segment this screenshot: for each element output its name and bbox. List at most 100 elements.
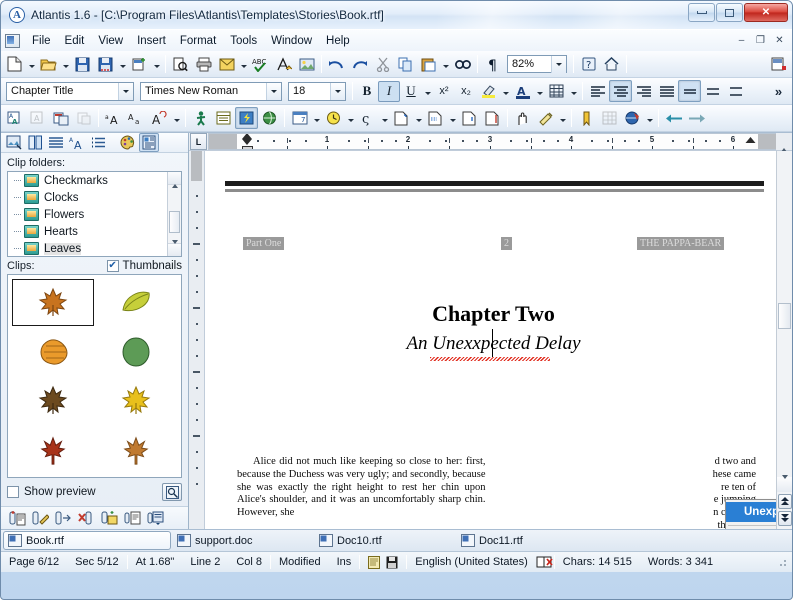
status-language[interactable]: English (United States) [407,556,536,568]
print-preview-icon[interactable] [169,53,192,75]
menu-tools[interactable]: Tools [223,32,264,50]
clip-item[interactable] [96,426,178,473]
horizontal-ruler[interactable]: 1 2 3 4 5 6 [208,133,776,150]
left-indent-handle[interactable] [242,146,253,150]
doc-tab-book[interactable]: Book.rtf [3,531,171,550]
paragraph-style-dropdown-icon[interactable] [118,83,133,100]
show-preview-checkbox[interactable] [7,486,19,498]
font-family-dropdown-icon[interactable] [266,83,281,100]
scrollbar-thumb[interactable] [778,303,791,329]
titlecase-icon[interactable]: Aa [125,107,148,129]
save-as-dropdown-icon[interactable] [117,53,128,75]
header-title-label[interactable]: THE PAPPA-BEAR [637,237,724,250]
tab-stop-selector[interactable]: L [190,133,207,150]
forward-icon[interactable] [685,107,708,129]
translate-icon[interactable]: AA [3,107,26,129]
case-dropdown-icon[interactable] [171,107,182,129]
borders-icon[interactable] [545,80,568,102]
new-page-icon[interactable] [390,107,413,129]
back-icon[interactable] [662,107,685,129]
align-left-icon[interactable] [586,80,609,102]
vertical-ruler[interactable] [189,151,205,529]
send-mail-dropdown-icon[interactable] [238,53,249,75]
document-vertical-scrollbar[interactable] [776,151,792,529]
insert-clip-icon[interactable] [7,509,27,528]
zoom-combo[interactable]: 82% [507,55,567,73]
style-view-icon[interactable]: AA [67,133,87,152]
menu-help[interactable]: Help [319,32,357,50]
symbol-dropdown-icon[interactable] [379,107,390,129]
cut-icon[interactable] [371,53,394,75]
folder-list-scrollbar[interactable] [167,172,181,256]
insert-picture-icon[interactable] [295,53,318,75]
lowercase-icon[interactable]: aA [102,107,125,129]
open-document-dropdown-icon[interactable] [60,53,71,75]
menu-format[interactable]: Format [173,32,223,50]
new-document-icon[interactable] [3,53,26,75]
doc-tab-doc10[interactable]: Doc10.rtf [315,531,455,550]
mdi-restore-button[interactable]: ❐ [752,32,769,48]
align-justify-icon[interactable] [655,80,678,102]
clip-properties-icon[interactable] [122,509,142,528]
hand-tool-icon[interactable] [511,107,534,129]
new-chapter-icon[interactable] [458,107,481,129]
font-color-icon[interactable]: A [511,80,534,102]
save-as-document-icon[interactable] [94,53,117,75]
format-painter-dropdown-icon[interactable] [557,107,568,129]
folder-item-leaves[interactable]: Leaves [8,240,181,257]
thumbnails-checkbox-group[interactable]: ✔ Thumbnails [107,260,182,272]
scrollbar-thumb[interactable] [169,211,180,233]
menu-view[interactable]: View [91,32,130,50]
menu-window[interactable]: Window [264,32,319,50]
font-size-dropdown-icon[interactable] [330,83,345,100]
delete-clip-icon[interactable] [76,509,96,528]
font-color-dropdown-icon[interactable] [534,80,545,102]
status-insert-mode[interactable]: Ins [329,556,360,568]
help-icon[interactable]: ? [577,53,600,75]
body-column-right[interactable]: d two and hese came re ten of e jumping … [508,456,757,529]
open-document-icon[interactable] [37,53,60,75]
clip-item[interactable] [12,377,94,424]
mdi-close-button[interactable]: ✕ [771,32,788,48]
symbol-icon[interactable]: ς [356,107,379,129]
highlight-color-icon[interactable] [477,80,500,102]
save-document-icon[interactable] [71,53,94,75]
doc-tab-support[interactable]: support.doc [173,531,313,550]
toolbar-overflow-button[interactable]: » [767,80,790,102]
copy-icon[interactable] [394,53,417,75]
edit-clip-icon[interactable] [30,509,50,528]
clip-options-icon[interactable] [145,509,165,528]
rtf-export-icon[interactable] [767,53,790,75]
clip-item[interactable] [96,279,178,326]
menu-file[interactable]: File [25,32,58,50]
zoom-preview-icon[interactable] [162,483,182,501]
folder-item-hearts[interactable]: Hearts [8,223,181,240]
autocorrect-icon[interactable] [272,53,295,75]
body-column-left[interactable]: Alice did not much like keeping so close… [237,456,486,529]
clip-item[interactable] [12,328,94,375]
spellcheck-status-icon[interactable] [536,555,554,569]
clip-item[interactable] [96,377,178,424]
align-right-icon[interactable] [632,80,655,102]
highlight-color-dropdown-icon[interactable] [500,80,511,102]
globe-tool-icon[interactable] [621,107,644,129]
scroll-down-icon[interactable] [777,477,792,492]
new-from-template-icon[interactable] [128,53,151,75]
clipart-view-icon[interactable] [139,133,159,152]
line-spacing-1-5-icon[interactable] [701,80,724,102]
paste-special-icon[interactable] [49,107,72,129]
menu-insert[interactable]: Insert [130,32,173,50]
italic-button[interactable]: I [378,81,400,102]
scroll-up-icon[interactable] [168,172,181,185]
previous-page-button[interactable] [778,494,792,509]
print-icon[interactable] [192,53,215,75]
clips-grid[interactable] [7,274,182,478]
line-spacing-double-icon[interactable] [724,80,747,102]
redo-icon[interactable] [348,53,371,75]
superscript-button[interactable]: x² [433,81,455,102]
web-preview-icon[interactable] [258,107,281,129]
calendar-icon[interactable]: 7 [288,107,311,129]
find-icon[interactable] [451,53,474,75]
new-page-dropdown-icon[interactable] [413,107,424,129]
clip-item[interactable] [12,279,94,326]
